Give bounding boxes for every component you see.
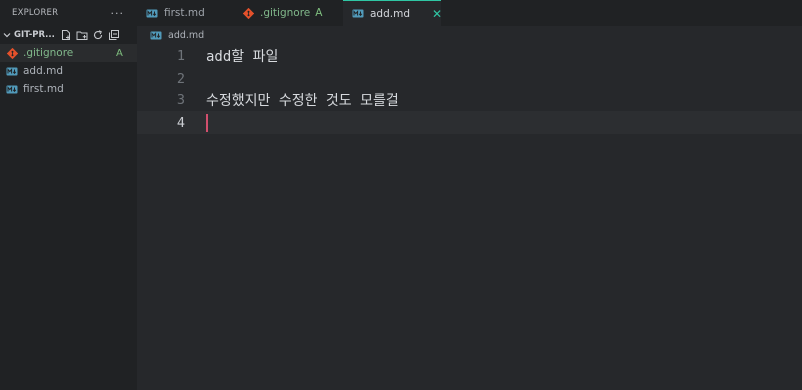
refresh-icon[interactable] (92, 29, 105, 42)
file-name: first.md (23, 83, 64, 95)
collapse-all-icon[interactable] (108, 29, 121, 42)
line-number: 4 (176, 114, 185, 131)
git-added-badge: A (315, 7, 323, 19)
editor-tab-bar: first.md .gitignore A add.md ✕ (137, 0, 802, 26)
file-item-first-md[interactable]: first.md (0, 80, 137, 98)
tab-first-md[interactable]: first.md (137, 0, 233, 26)
tab-label: add.md (370, 7, 410, 20)
line-text: add할 파일 (206, 48, 279, 65)
markdown-icon (352, 8, 364, 20)
git-file-icon (242, 7, 254, 19)
explorer-title: EXPLORER (12, 8, 59, 18)
markdown-icon (6, 65, 18, 77)
editor-line[interactable]: 2 (137, 67, 802, 90)
line-number: 1 (176, 47, 185, 64)
breadcrumb[interactable]: add.md (150, 27, 204, 43)
editor-line[interactable]: 1 add할 파일 (137, 44, 802, 67)
close-icon[interactable]: ✕ (432, 7, 442, 21)
tab-label: .gitignore (260, 7, 311, 19)
tab-add-md[interactable]: add.md ✕ (343, 0, 442, 26)
file-item-gitignore[interactable]: .gitignore A (0, 44, 137, 62)
editor-line[interactable]: 3 수정했지만 수정한 것도 모를걸 (137, 88, 802, 111)
explorer-header: EXPLORER ··· (0, 0, 137, 26)
new-folder-icon[interactable] (76, 29, 89, 42)
git-added-badge: A (116, 47, 123, 59)
explorer-sidebar: EXPLORER ··· GIT-PR... .gitignore A add.… (0, 0, 137, 390)
line-number: 3 (176, 91, 185, 108)
markdown-icon (6, 83, 18, 95)
chevron-down-icon (3, 33, 11, 38)
new-file-icon[interactable] (60, 29, 73, 42)
markdown-icon (146, 7, 158, 19)
line-number: 2 (176, 70, 185, 87)
line-text: 수정했지만 수정한 것도 모를걸 (206, 92, 399, 109)
file-name: add.md (23, 65, 63, 77)
git-file-icon (6, 47, 18, 59)
workspace-title: GIT-PR... (14, 30, 55, 40)
markdown-icon (150, 29, 162, 41)
file-item-add-md[interactable]: add.md (0, 62, 137, 80)
workspace-section-header[interactable]: GIT-PR... (0, 26, 137, 44)
editor-line-current[interactable]: 4 (137, 111, 802, 134)
tab-label: first.md (164, 7, 205, 19)
breadcrumb-label: add.md (168, 29, 205, 41)
tab-gitignore[interactable]: .gitignore A (233, 0, 343, 26)
file-name: .gitignore (23, 47, 74, 59)
text-cursor (206, 114, 208, 132)
more-actions-button[interactable]: ··· (111, 7, 125, 20)
editor-area[interactable]: 1 add할 파일 2 3 수정했지만 수정한 것도 모를걸 4 (137, 44, 802, 390)
